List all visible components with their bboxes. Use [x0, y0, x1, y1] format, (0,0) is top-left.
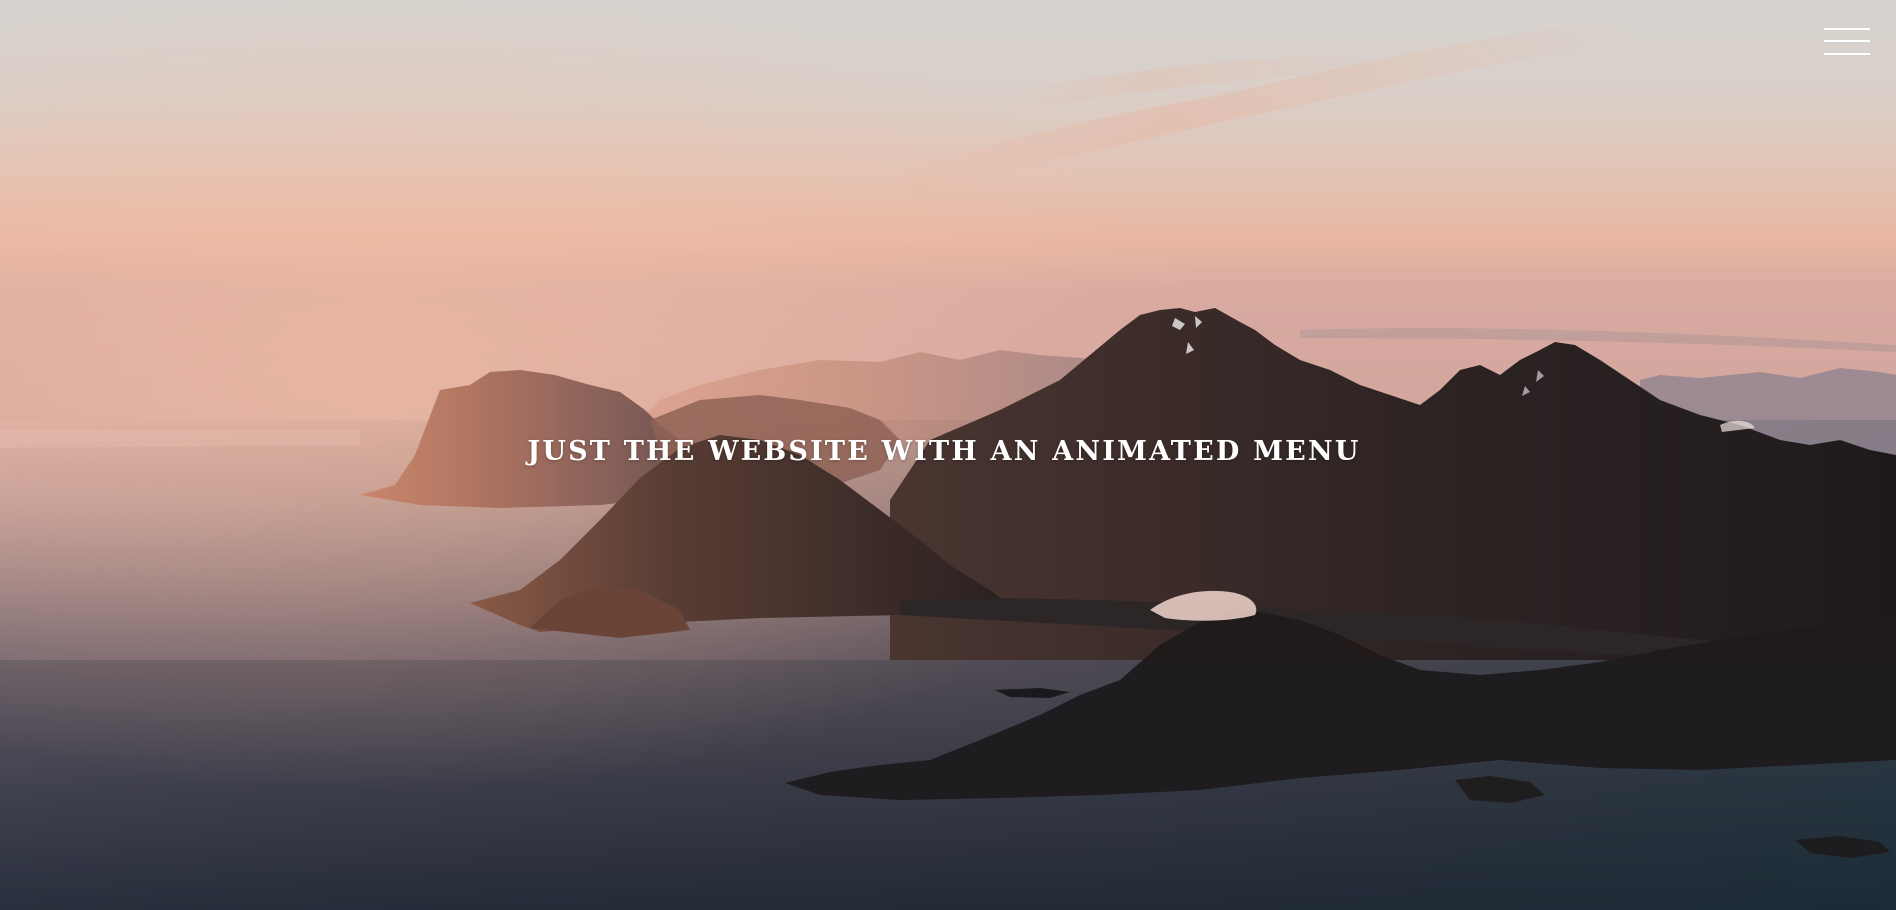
hamburger-bar-middle [1824, 40, 1870, 42]
hamburger-bar-bottom [1824, 53, 1870, 55]
hero-headline-text: JUST THE WEBSITE WITH AN ANIMATED MENU [527, 436, 1361, 467]
hamburger-bar-top [1824, 28, 1870, 30]
hamburger-menu-icon[interactable] [1824, 26, 1870, 58]
hero-section: JUST THE WEBSITE WITH AN ANIMATED MENU [0, 0, 1896, 910]
hero-headline: JUST THE WEBSITE WITH AN ANIMATED MENU [0, 436, 1896, 467]
